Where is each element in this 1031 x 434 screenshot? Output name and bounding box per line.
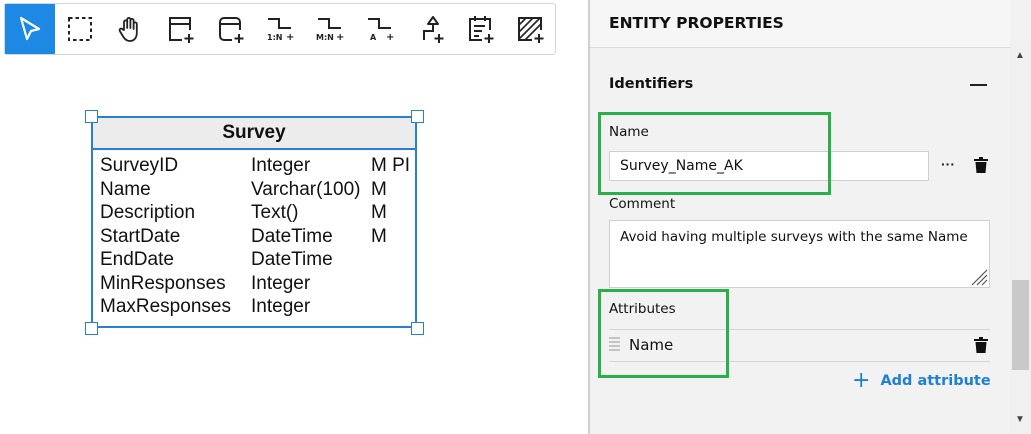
add-rounded-table-icon: [219, 17, 244, 43]
relation-one-to-many-icon: 1:N +: [267, 18, 294, 43]
panel-title: ENTITY PROPERTIES: [609, 14, 784, 32]
add-area-icon: [518, 17, 544, 43]
entity-attribute-row: Description Text() M: [100, 201, 415, 225]
add-note-icon: [469, 16, 494, 43]
delete-identifier-icon[interactable]: [974, 157, 988, 173]
delete-attribute-icon[interactable]: [974, 337, 988, 353]
attribute-type: Text(): [251, 202, 299, 223]
more-options-button[interactable]: ···: [941, 156, 955, 172]
attribute-type: Integer: [251, 272, 311, 294]
entity-attribute-row: EndDate DateTime: [100, 248, 415, 272]
attribute-type: DateTime: [251, 225, 333, 247]
svg-text:1:N: 1:N: [267, 33, 282, 42]
attribute-name: Description: [100, 202, 196, 223]
resize-handle-bottom-left[interactable]: [85, 322, 98, 335]
resize-handle-top-left[interactable]: [85, 110, 98, 123]
comment-label: Comment: [609, 196, 676, 212]
scroll-down-icon[interactable]: ▼: [1015, 414, 1025, 425]
attribute-flags: M: [371, 225, 387, 247]
diagram-toolbar: 1:N + M:N + A +: [4, 3, 556, 55]
svg-text:+: +: [386, 32, 394, 43]
attribute-flags: M: [371, 202, 387, 223]
plus-icon: +: [852, 368, 871, 393]
attribute-type: Varchar(100): [251, 178, 361, 200]
survey-entity[interactable]: Survey SurveyID Integer M PI Name Varcha…: [91, 116, 417, 328]
resize-handle-bottom-right[interactable]: [411, 322, 424, 335]
add-table-tool-button[interactable]: [155, 4, 205, 54]
association-icon: A +: [368, 18, 394, 43]
attribute-name: MinResponses: [100, 272, 226, 294]
attribute-flags: M PI: [371, 155, 411, 176]
entity-attribute-row: StartDate DateTime M: [100, 225, 415, 249]
marquee-select-icon: [68, 17, 92, 41]
attribute-name: SurveyID: [100, 155, 179, 176]
svg-text:M:N: M:N: [316, 33, 334, 42]
attribute-name: StartDate: [100, 225, 181, 247]
scroll-up-icon[interactable]: ▲: [1015, 50, 1025, 61]
pointer-icon: [19, 16, 41, 41]
add-attribute-label: Add attribute: [880, 373, 991, 389]
entity-header: Survey: [93, 118, 415, 150]
attribute-type: DateTime: [251, 249, 333, 270]
comment-textarea[interactable]: Avoid having multiple surveys with the s…: [609, 220, 990, 288]
relation-many-to-many-tool-button[interactable]: M:N +: [305, 4, 355, 54]
svg-text:A: A: [370, 33, 377, 42]
relation-one-to-many-tool-button[interactable]: 1:N +: [255, 4, 305, 54]
marquee-select-tool-button[interactable]: [55, 4, 105, 54]
entity-attribute-row: MinResponses Integer: [100, 272, 415, 296]
entity-attribute-row: Name Varchar(100) M: [100, 178, 415, 202]
panel-scrollbar[interactable]: [1010, 40, 1031, 434]
name-field-highlight: [598, 112, 831, 195]
add-area-tool-button[interactable]: [505, 4, 555, 54]
collapse-section-icon[interactable]: [970, 84, 987, 86]
add-table-icon: [169, 17, 194, 43]
entity-attribute-row: MaxResponses Integer: [100, 295, 415, 319]
attribute-type: Integer: [251, 296, 311, 317]
hand-pan-icon: [118, 17, 138, 42]
inheritance-tool-button[interactable]: [405, 4, 455, 54]
panel-header: ENTITY PROPERTIES: [590, 0, 1010, 48]
entity-title: Survey: [222, 122, 286, 143]
textarea-resize-grip-icon[interactable]: [970, 268, 988, 286]
attribute-name: MaxResponses: [100, 296, 231, 317]
inheritance-icon: [423, 16, 444, 43]
add-rounded-table-tool-button[interactable]: [205, 4, 255, 54]
relation-many-to-many-icon: M:N +: [316, 18, 344, 43]
pointer-tool-button[interactable]: [5, 4, 55, 54]
attributes-highlight: [598, 289, 729, 378]
scrollbar-thumb[interactable]: [1012, 280, 1029, 370]
entity-attribute-list: SurveyID Integer M PI Name Varchar(100) …: [100, 154, 415, 319]
entity-attribute-row: SurveyID Integer M PI: [100, 154, 415, 178]
attribute-flags: M: [371, 178, 387, 200]
add-attribute-button[interactable]: + Add attribute: [852, 368, 991, 393]
add-note-tool-button[interactable]: [455, 4, 505, 54]
attribute-name: EndDate: [100, 249, 174, 270]
identifiers-section-title: Identifiers: [609, 76, 694, 92]
attribute-type: Integer: [251, 155, 311, 176]
attribute-name: Name: [100, 178, 151, 200]
association-tool-button[interactable]: A +: [355, 4, 405, 54]
svg-text:+: +: [286, 32, 294, 43]
svg-text:+: +: [336, 32, 344, 43]
resize-handle-top-right[interactable]: [411, 110, 424, 123]
pan-tool-button[interactable]: [105, 4, 155, 54]
